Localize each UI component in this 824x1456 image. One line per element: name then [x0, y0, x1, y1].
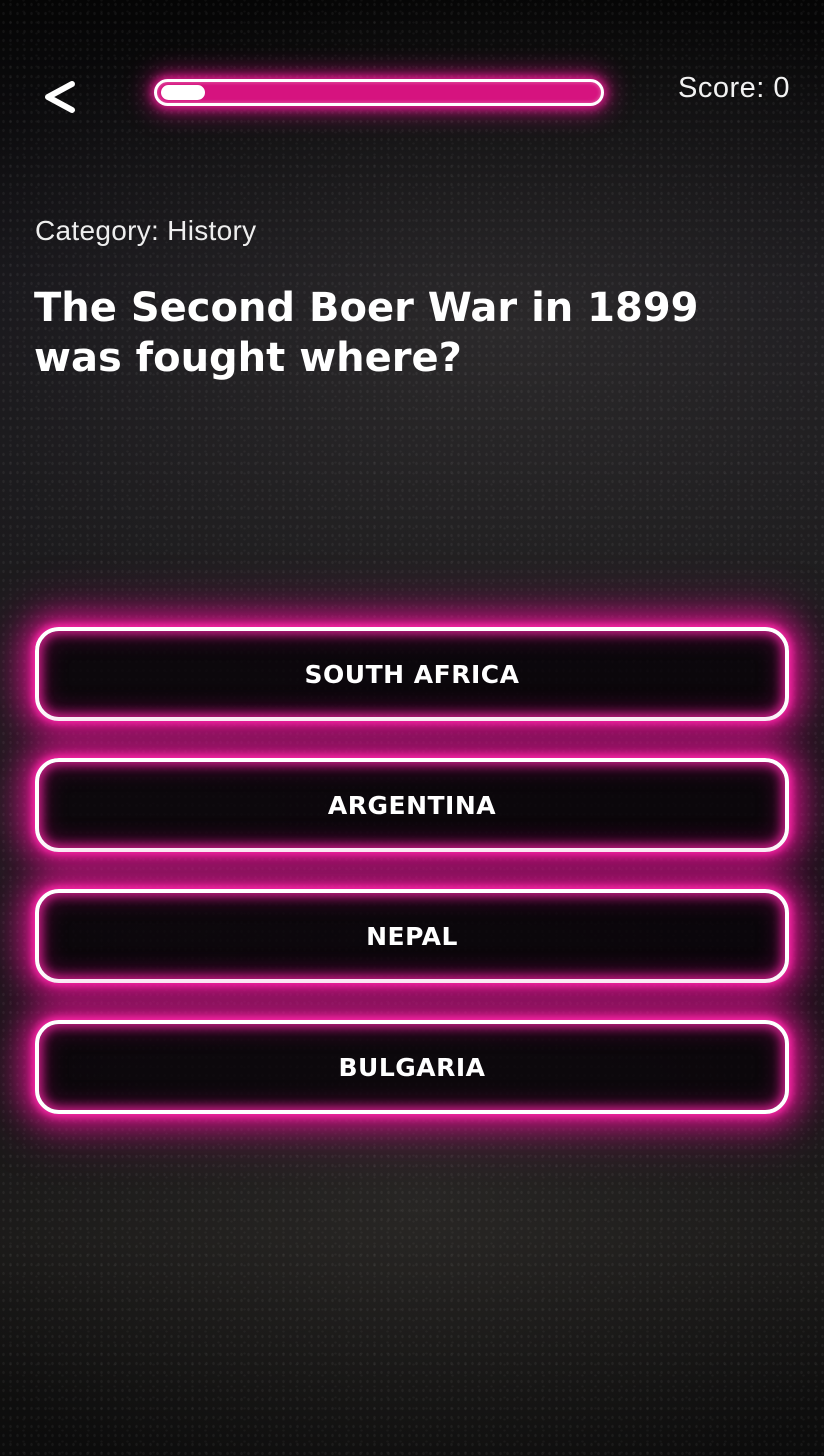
answer-button-nepal[interactable]: NEPAL — [35, 889, 789, 983]
answer-list: SOUTH AFRICA ARGENTINA NEPAL BULGARIA — [35, 627, 789, 1151]
answer-button-argentina[interactable]: ARGENTINA — [35, 758, 789, 852]
category-label: Category: History — [35, 215, 257, 246]
back-chevron-icon — [38, 70, 86, 124]
score-label: Score: 0 — [678, 72, 790, 104]
answer-button-south-africa[interactable]: SOUTH AFRICA — [35, 627, 789, 721]
progress-bar — [154, 79, 604, 106]
back-button[interactable] — [38, 70, 86, 124]
answer-label: BULGARIA — [338, 1052, 486, 1082]
answer-button-bulgaria[interactable]: BULGARIA — [35, 1020, 789, 1114]
answer-label: NEPAL — [366, 921, 458, 951]
answer-label: ARGENTINA — [327, 790, 497, 820]
quiz-screen: Score: 0 Category: History The Second Bo… — [0, 0, 824, 1456]
answer-label: SOUTH AFRICA — [304, 659, 520, 689]
progress-bar-fill — [161, 85, 205, 100]
question-text: The Second Boer War in 1899 was fought w… — [34, 285, 699, 381]
